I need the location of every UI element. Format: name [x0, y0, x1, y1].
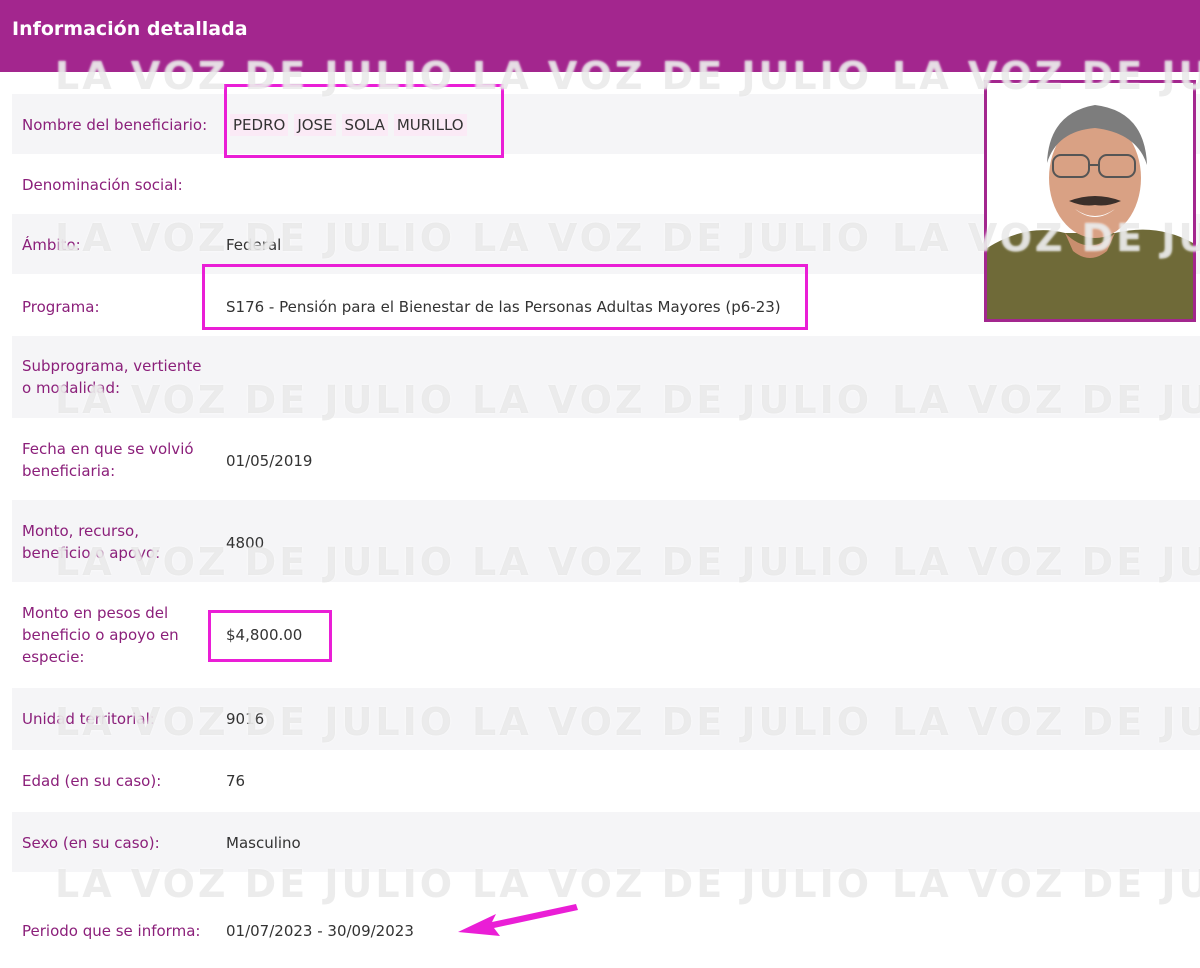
person-portrait-icon	[987, 83, 1193, 319]
highlight-box-monto	[208, 610, 332, 662]
label-monto-pesos-line1: Monto en pesos del	[22, 604, 169, 622]
label-programa: Programa:	[22, 298, 100, 316]
label-monto-line2: beneficio o apoyo:	[22, 544, 161, 562]
value-unidad: 9016	[226, 710, 265, 728]
label-subprograma-line1: Subprograma, vertiente	[22, 357, 202, 375]
label-ambito: Ámbito:	[22, 236, 81, 254]
header-bar: Información detallada	[0, 0, 1200, 72]
label-fecha: Fecha en que se volvió beneficiaria:	[22, 438, 222, 482]
label-monto-line1: Monto, recurso,	[22, 522, 139, 540]
label-unidad: Unidad territorial:	[22, 710, 155, 728]
beneficiary-photo	[984, 80, 1196, 322]
label-monto-pesos: Monto en pesos del beneficio o apoyo en …	[22, 602, 222, 668]
label-monto: Monto, recurso, beneficio o apoyo:	[22, 520, 222, 564]
value-sexo: Masculino	[226, 834, 301, 852]
value-periodo: 01/07/2023 - 30/09/2023	[226, 922, 414, 940]
label-periodo: Periodo que se informa:	[22, 922, 201, 940]
highlight-box-nombre	[224, 84, 504, 158]
label-fecha-line2: beneficiaria:	[22, 462, 116, 480]
value-ambito: Federal	[226, 236, 282, 254]
page-title: Información detallada	[12, 18, 248, 40]
arrow-annotation-icon	[458, 904, 578, 936]
value-monto: 4800	[226, 534, 265, 552]
value-fecha: 01/05/2019	[226, 452, 313, 470]
label-subprograma: Subprograma, vertiente o modalidad:	[22, 355, 222, 399]
label-denominacion: Denominación social:	[22, 176, 183, 194]
label-monto-pesos-line3: especie:	[22, 648, 85, 666]
label-subprograma-line2: o modalidad:	[22, 379, 121, 397]
highlight-box-programa	[202, 264, 808, 330]
label-sexo: Sexo (en su caso):	[22, 834, 160, 852]
value-edad: 76	[226, 772, 246, 790]
label-nombre: Nombre del beneficiario:	[22, 116, 208, 134]
label-edad: Edad (en su caso):	[22, 772, 162, 790]
label-fecha-line1: Fecha en que se volvió	[22, 440, 194, 458]
label-monto-pesos-line2: beneficio o apoyo en	[22, 626, 179, 644]
